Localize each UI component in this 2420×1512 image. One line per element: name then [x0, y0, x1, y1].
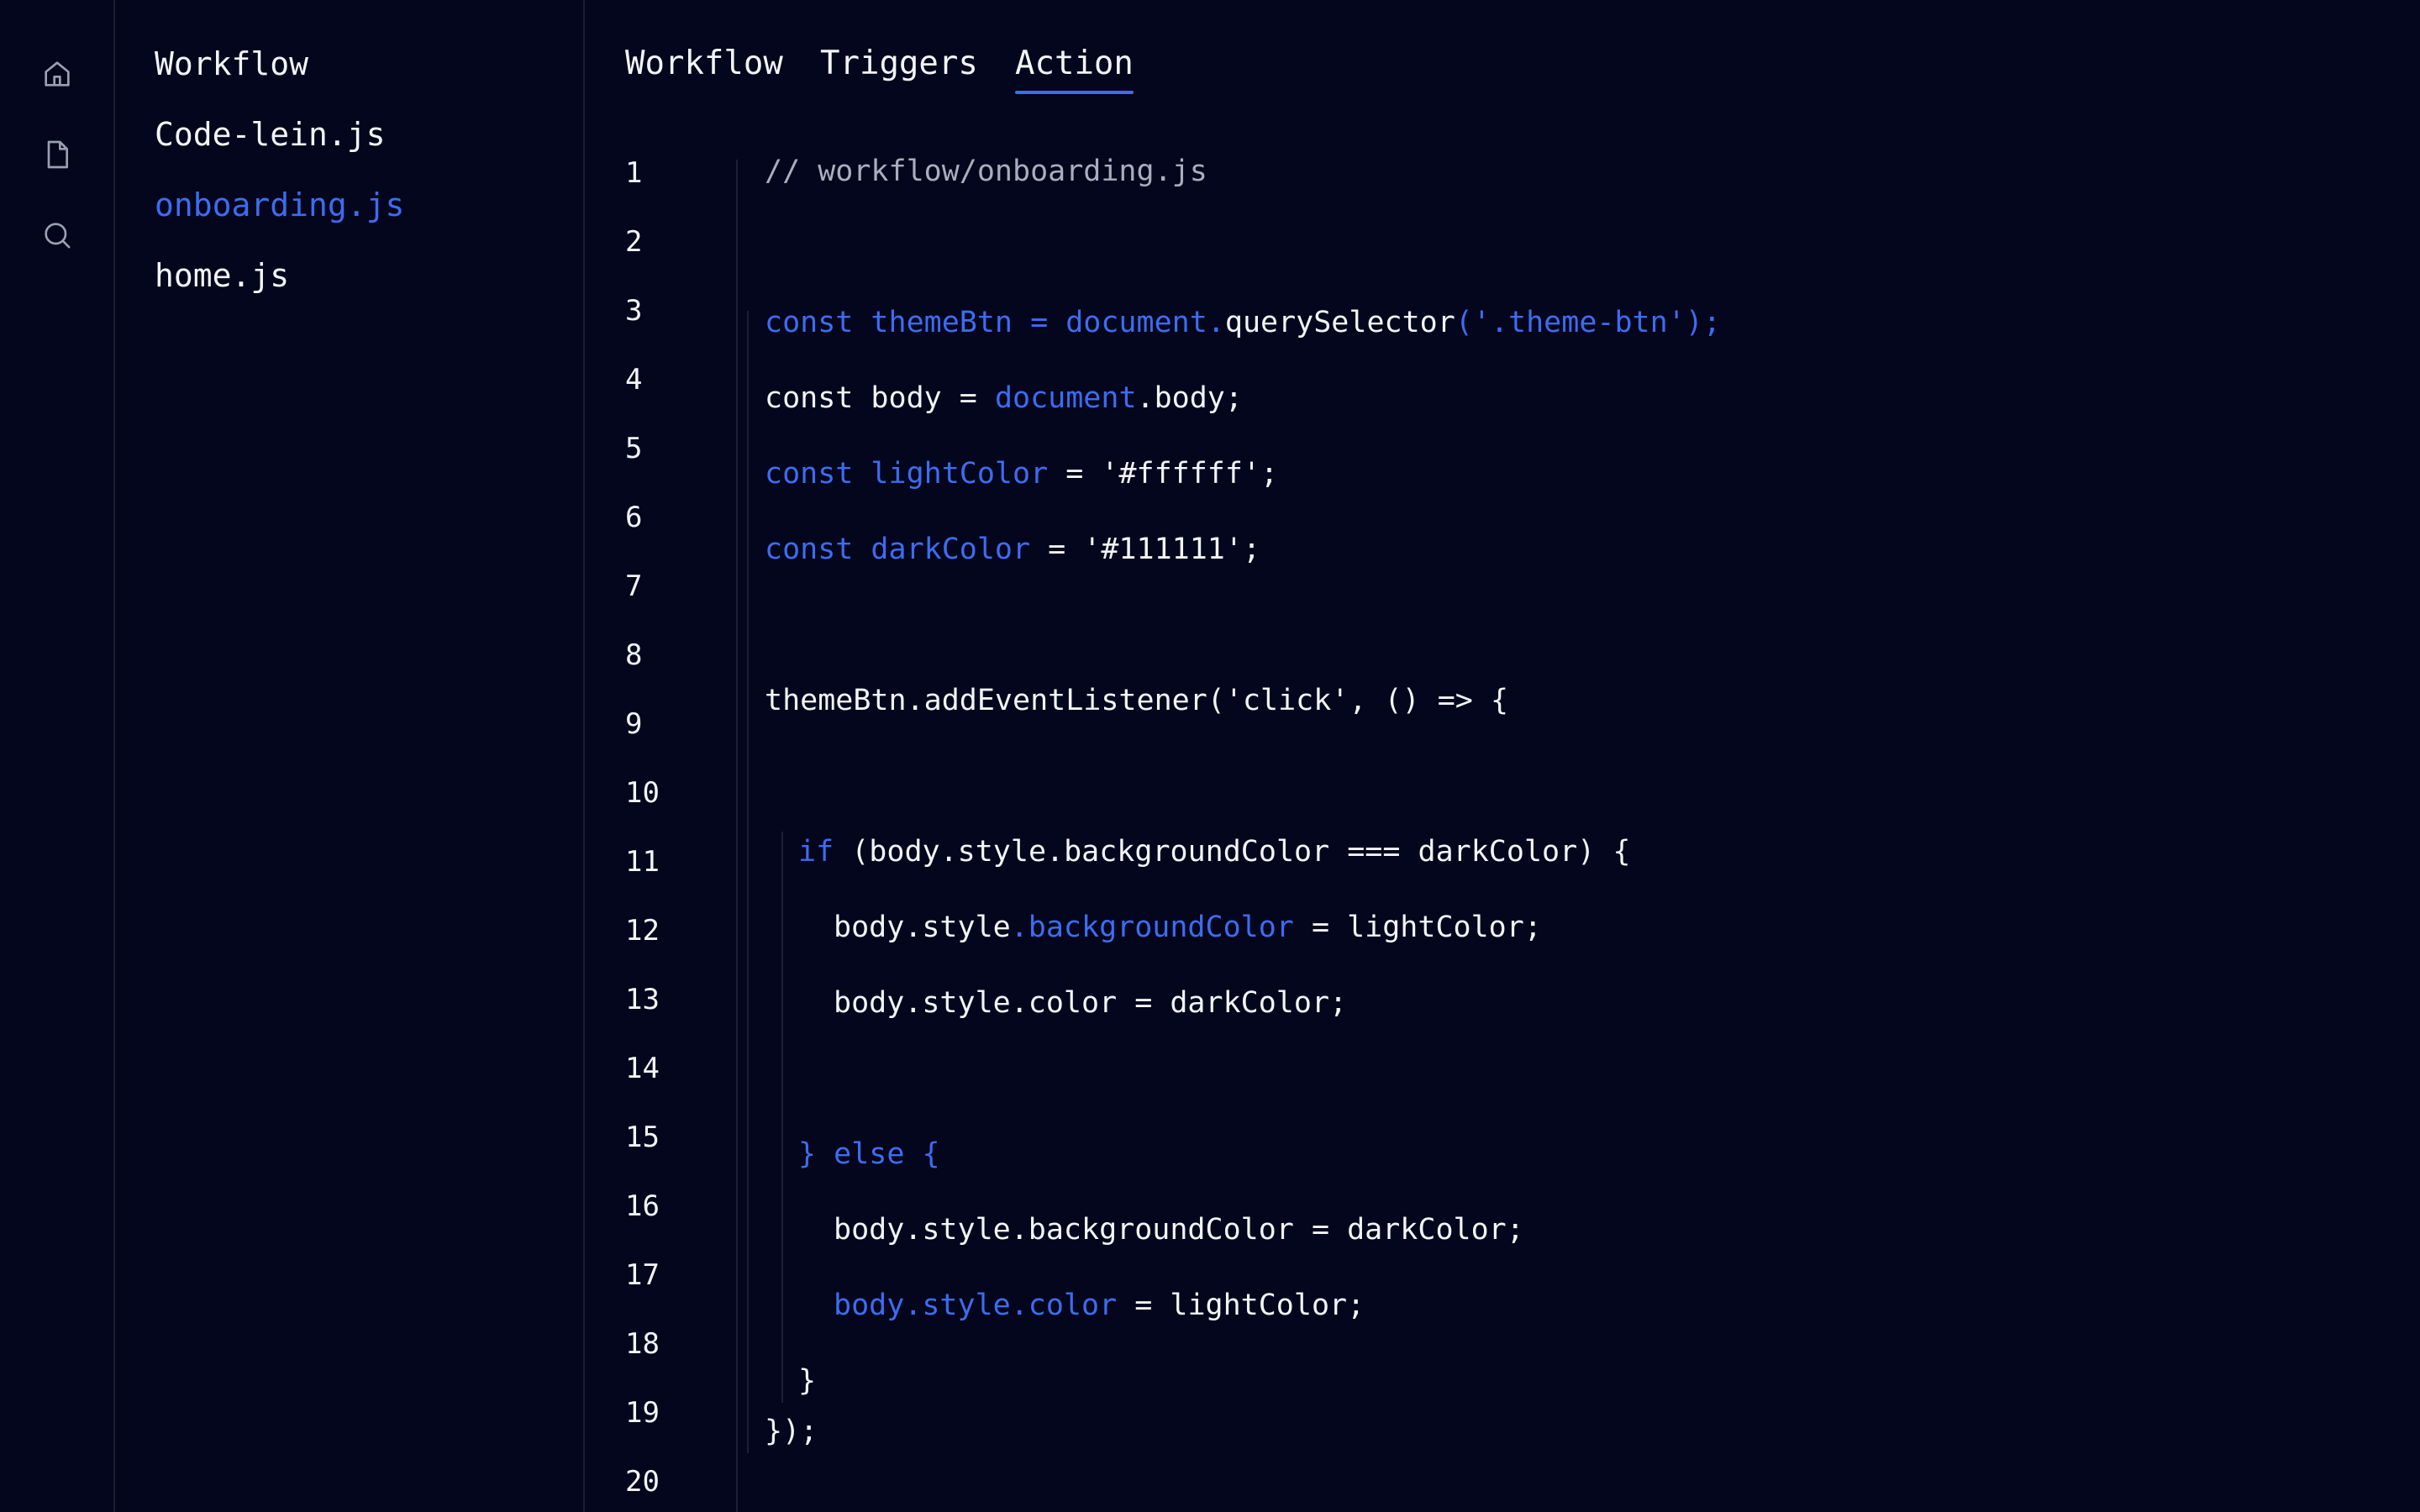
code-token: ('.theme-btn'); [1455, 306, 1721, 339]
code-token: themeBtn.addEventListener('click', () =>… [765, 684, 1509, 717]
indent-guide [747, 311, 749, 1453]
line-number: 18 [625, 1327, 660, 1361]
tab-action[interactable]: Action [1015, 40, 1134, 94]
line-number: 1 [625, 156, 643, 190]
code-token: = lightColor; [1293, 911, 1542, 944]
code-token: const themeBtn = document. [765, 306, 1225, 339]
code-line[interactable]: body.style.backgroundColor = darkColor; [834, 1211, 1524, 1248]
code-token: .backgroundColor [1010, 911, 1294, 944]
code-line[interactable]: const lightColor = '#ffffff'; [765, 455, 1278, 492]
code-token: } else { [798, 1137, 940, 1171]
indent-guide [781, 832, 783, 1403]
code-line[interactable]: body.style.color = darkColor; [834, 984, 1347, 1021]
code-token: body.style.color [834, 1289, 1118, 1322]
code-token: body.style.color = darkColor; [834, 986, 1348, 1020]
code-token: .body; [1136, 381, 1243, 415]
code-line[interactable]: const body = document.body; [765, 380, 1243, 417]
explorer-item-code-lein[interactable]: Code-lein.js [155, 116, 386, 153]
indent-guide [736, 160, 738, 1512]
line-number: 17 [625, 1258, 660, 1292]
active-tab-indicator [1015, 91, 1134, 94]
tab-workflow[interactable]: Workflow [625, 40, 783, 87]
code-line[interactable]: const darkColor = '#111111'; [765, 531, 1260, 568]
code-token: (body.style.backgroundColor === darkColo… [834, 835, 1631, 869]
tab-triggers[interactable]: Triggers [820, 40, 978, 87]
line-number: 8 [625, 638, 643, 672]
line-number: 13 [625, 983, 660, 1016]
line-number: 7 [625, 570, 643, 603]
code-token: document [994, 381, 1137, 415]
code-token: }); [765, 1415, 818, 1448]
file-explorer: Workflow Code-lein.js onboarding.js home… [115, 0, 585, 1512]
line-number: 15 [625, 1121, 660, 1154]
code-line[interactable]: body.style.backgroundColor = lightColor; [834, 909, 1542, 946]
file-icon[interactable] [39, 136, 76, 173]
code-token: } [798, 1364, 817, 1398]
line-number: 16 [625, 1189, 660, 1223]
line-number: 4 [625, 363, 643, 396]
line-number: 11 [625, 845, 660, 879]
code-line[interactable]: } [798, 1362, 816, 1399]
line-number: 14 [625, 1052, 660, 1085]
line-number: 3 [625, 294, 643, 328]
code-line[interactable]: // workflow/onboarding.js [765, 153, 1207, 190]
code-token: const darkColor [765, 533, 1031, 566]
code-line[interactable]: const themeBtn = document.querySelector(… [765, 304, 1721, 341]
activity-bar [0, 0, 115, 1512]
code-token: querySelector [1224, 306, 1455, 339]
code-token: = '#111111'; [1030, 533, 1261, 566]
code-token: = lightColor; [1117, 1289, 1365, 1322]
code-line[interactable]: }); [765, 1413, 818, 1450]
line-number: 10 [625, 776, 660, 810]
code-line[interactable]: if (body.style.backgroundColor === darkC… [798, 833, 1630, 870]
code-token: if [798, 835, 834, 869]
line-number: 12 [625, 914, 660, 948]
code-token: = '#ffffff'; [1048, 457, 1279, 491]
code-line[interactable]: body.style.color = lightColor; [834, 1287, 1365, 1324]
code-line[interactable]: themeBtn.addEventListener('click', () =>… [765, 682, 1508, 719]
line-number: 20 [625, 1465, 660, 1499]
line-number: 19 [625, 1396, 660, 1430]
explorer-item-home[interactable]: home.js [155, 257, 289, 294]
explorer-item-onboarding[interactable]: onboarding.js [155, 186, 404, 223]
tab-action-label: Action [1015, 45, 1134, 82]
code-token: // workflow/onboarding.js [765, 155, 1207, 188]
code-token: body.style.backgroundColor = darkColor; [834, 1213, 1524, 1247]
line-number: 6 [625, 501, 643, 534]
code-line[interactable]: } else { [798, 1136, 940, 1173]
line-number: 9 [625, 707, 643, 741]
code-token: body.style [834, 911, 1011, 944]
line-number: 2 [625, 225, 643, 259]
home-icon[interactable] [39, 55, 76, 92]
line-number: 5 [625, 432, 643, 465]
code-token: const body = [765, 381, 995, 415]
search-icon[interactable] [39, 217, 76, 254]
explorer-item-workflow[interactable]: Workflow [155, 45, 308, 82]
code-token: const lightColor [765, 457, 1049, 491]
editor-pane: Workflow Triggers Action 1 2 3 4 5 6 7 8… [585, 0, 2420, 1512]
